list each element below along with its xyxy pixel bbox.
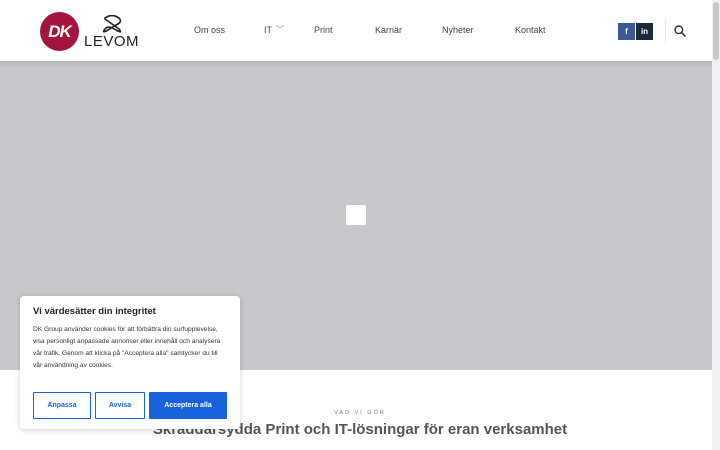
levom-wordmark: LEVOM: [84, 32, 140, 50]
facebook-icon[interactable]: f: [618, 23, 635, 40]
levom-knot-icon: [102, 14, 121, 33]
site-header: DK LEVOM Om oss IT ﹀ Print Karriär Nyhete…: [0, 0, 712, 61]
nav-item-kontakt[interactable]: Kontakt: [515, 25, 546, 35]
social-links: f in: [618, 23, 653, 40]
nav-item-nyheter[interactable]: Nyheter: [442, 25, 474, 35]
page-scrollbar[interactable]: [712, 0, 720, 450]
nav-item-karriar[interactable]: Karriär: [375, 25, 402, 35]
logo[interactable]: DK LEVOM: [40, 12, 139, 51]
accept-all-button[interactable]: Acceptera alla: [149, 392, 227, 419]
nav-item-om-oss[interactable]: Om oss: [194, 25, 225, 35]
levom-logo: LEVOM: [84, 14, 140, 50]
customize-button[interactable]: Anpassa: [33, 392, 91, 419]
loading-indicator: [346, 205, 366, 225]
nav-item-it[interactable]: IT ﹀: [264, 25, 284, 36]
scrollbar-thumb[interactable]: [713, 2, 719, 60]
search-icon[interactable]: [673, 24, 687, 38]
page: DK LEVOM Om oss IT ﹀ Print Karriär Nyhete…: [0, 0, 720, 450]
cookie-description: DK Group använder cookies för att förbät…: [33, 326, 221, 369]
header-divider: [665, 19, 666, 43]
header-shadow: [0, 61, 712, 67]
linkedin-icon[interactable]: in: [636, 23, 653, 40]
cookie-title: Vi värdesätter din integritet: [33, 306, 156, 317]
chevron-down-icon: ﹀: [276, 25, 284, 34]
nav-item-print[interactable]: Print: [314, 25, 333, 35]
dk-logo-mark: DK: [40, 12, 79, 51]
cookie-consent-dialog: Vi värdesätter din integritet DK Group a…: [20, 296, 240, 429]
cookie-buttons: Anpassa Avvisa Acceptera alla: [33, 392, 227, 419]
nav-item-it-label: IT: [264, 25, 272, 35]
reject-button[interactable]: Avvisa: [95, 392, 145, 419]
